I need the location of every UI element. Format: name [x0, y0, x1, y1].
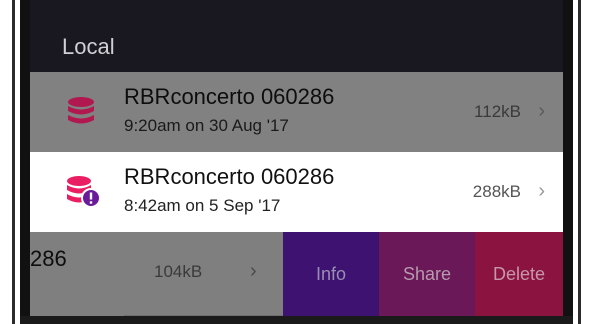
- file-date: 9:20am on 30 Aug '17: [124, 116, 289, 135]
- device-bezel-bottom: [20, 316, 573, 324]
- chevron-right-icon: ›: [538, 100, 545, 122]
- app-screen: Local RBRconcerto 060286 9:20am on 30 Au…: [30, 0, 563, 316]
- chevron-right-icon: ›: [538, 180, 545, 202]
- file-title: RBRconcerto 060286: [124, 84, 335, 109]
- share-button[interactable]: Share: [379, 232, 475, 316]
- section-header: Local: [30, 0, 563, 72]
- file-size: 112kB: [474, 102, 521, 121]
- device-frame-left: [0, 0, 30, 324]
- phone-device: Local RBRconcerto 060286 9:20am on 30 Au…: [0, 0, 593, 324]
- chevron-right-icon: ›: [250, 260, 257, 282]
- file-size: 104kB: [154, 262, 203, 281]
- file-size: 288kB: [472, 182, 521, 201]
- file-row[interactable]: RBRconcerto 060286 8:42am on 5 Sep '17 2…: [30, 152, 563, 232]
- device-edge-right: [578, 0, 581, 324]
- database-icon: [68, 97, 94, 124]
- device-bezel-left: [20, 0, 30, 324]
- device-bezel-right: [563, 0, 573, 324]
- file-date: 8:42am on 5 Sep '17: [124, 196, 281, 215]
- device-frame-right: [563, 0, 593, 324]
- delete-button[interactable]: Delete: [475, 232, 563, 316]
- section-title: Local: [62, 34, 115, 59]
- file-row-swiped[interactable]: 286 104kB › Info Share Delete: [30, 232, 563, 316]
- file-row[interactable]: RBRconcerto 060286 9:20am on 30 Aug '17 …: [30, 72, 563, 152]
- database-warning-icon: [67, 176, 100, 208]
- file-title: RBRconcerto 060286: [124, 164, 335, 189]
- device-edge-left: [12, 0, 15, 324]
- info-button[interactable]: Info: [283, 232, 379, 316]
- file-title-fragment: 286: [30, 246, 67, 271]
